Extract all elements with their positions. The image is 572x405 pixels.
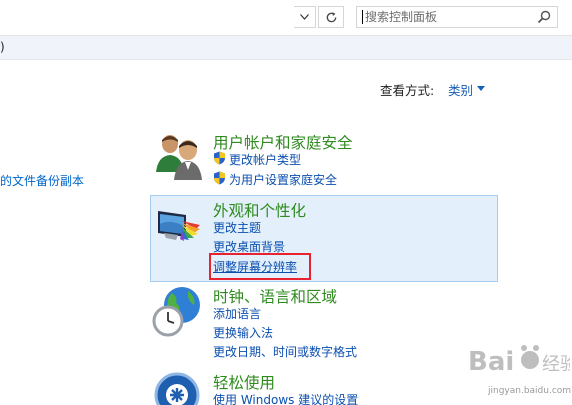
users-icon <box>156 135 202 180</box>
address-bar <box>0 0 572 36</box>
display-colors-icon <box>158 211 200 241</box>
ease-of-access-icon <box>154 372 200 405</box>
globe-clock-icon <box>152 287 200 337</box>
search-box[interactable] <box>356 6 558 28</box>
watermark-url: jingyan.baidu.com <box>488 386 572 396</box>
annotation-highlight-box <box>209 253 311 280</box>
category-title-ease-of-access[interactable]: 轻松使用 <box>213 371 275 393</box>
chevron-down-icon[interactable] <box>477 86 485 91</box>
svg-text:Bai: Bai <box>468 347 514 377</box>
change-theme-link[interactable]: 更改主题 <box>213 219 261 236</box>
menu-strip: ) <box>0 36 572 60</box>
shield-icon <box>214 171 225 185</box>
search-input[interactable] <box>365 8 535 26</box>
view-by-dropdown[interactable]: 类别 <box>448 80 473 99</box>
add-language-link[interactable]: 添加语言 <box>213 305 261 322</box>
refresh-icon <box>326 11 336 22</box>
category-appearance-highlight[interactable] <box>150 195 498 282</box>
baidu-watermark-logo: Bai 经验 <box>468 345 570 377</box>
text-caret <box>362 10 363 24</box>
backup-copies-link[interactable]: 的文件备份副本 <box>0 172 84 189</box>
svg-text:经验: 经验 <box>542 354 570 375</box>
category-title-user-accounts[interactable]: 用户帐户和家庭安全 <box>213 131 353 153</box>
family-safety-link[interactable]: 为用户设置家庭安全 <box>229 171 337 188</box>
change-input-method-link[interactable]: 更换输入法 <box>213 324 273 341</box>
change-account-type-link[interactable]: 更改帐户类型 <box>229 151 301 168</box>
address-history-dropdown[interactable] <box>294 6 316 28</box>
search-icon[interactable] <box>537 10 551 24</box>
change-date-time-format-link[interactable]: 更改日期、时间或数字格式 <box>213 343 357 360</box>
refresh-button[interactable] <box>318 6 344 28</box>
view-by-label: 查看方式: <box>380 83 435 98</box>
category-title-clock-language-region[interactable]: 时钟、语言和区域 <box>213 285 337 307</box>
category-title-appearance[interactable]: 外观和个性化 <box>213 199 306 221</box>
shield-icon <box>214 151 225 165</box>
chevron-down-icon <box>300 14 309 20</box>
use-recommended-settings-link[interactable]: 使用 Windows 建议的设置 <box>213 391 358 405</box>
menu-strip-fragment: ) <box>0 40 5 54</box>
